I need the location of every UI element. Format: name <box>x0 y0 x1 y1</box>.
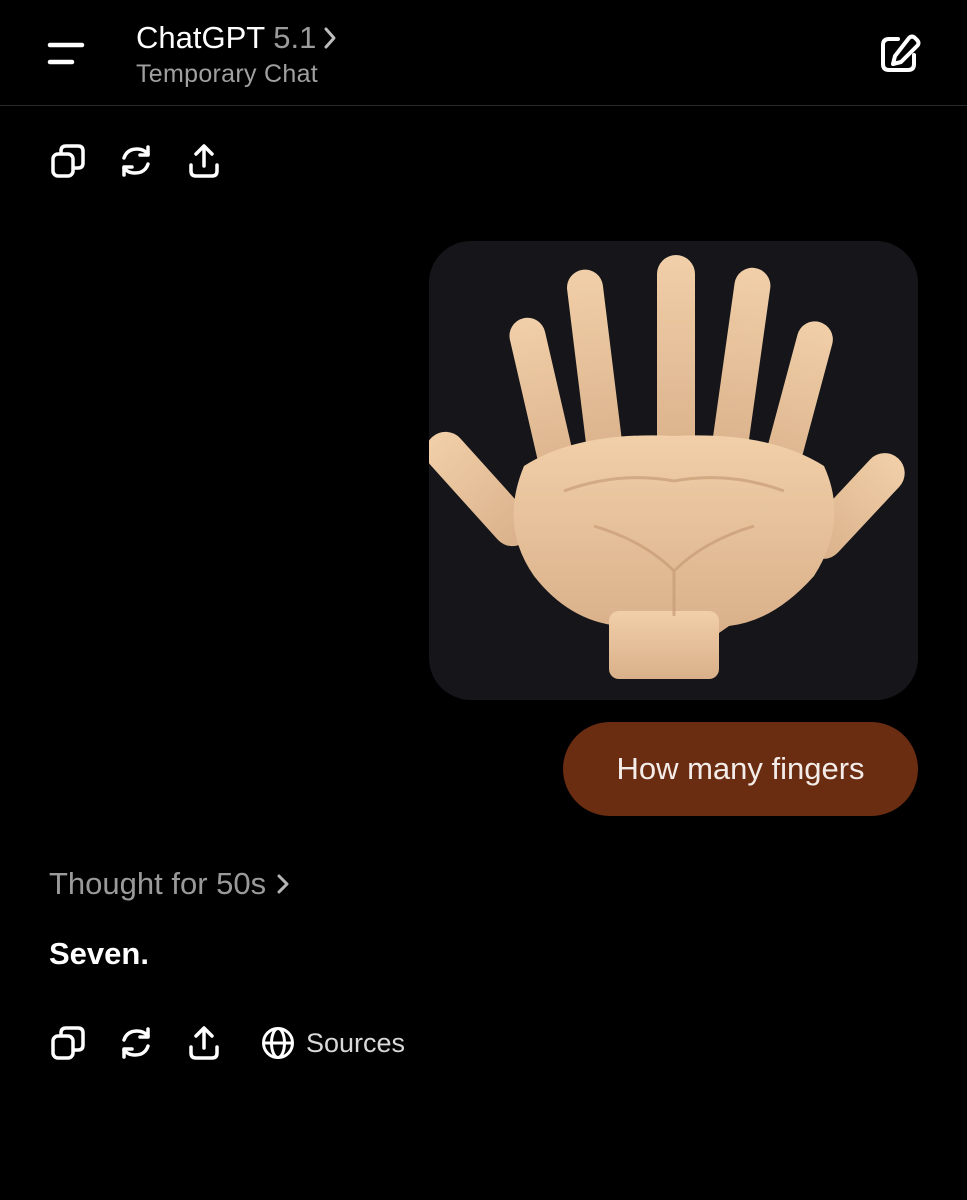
user-image-attachment[interactable] <box>429 241 918 700</box>
thought-summary[interactable]: Thought for 50s <box>49 866 290 902</box>
previous-message-actions <box>46 139 250 183</box>
top-bar: ChatGPT 5.1 Temporary Chat <box>0 0 967 106</box>
globe-icon <box>262 1027 294 1059</box>
hamburger-menu-icon <box>47 42 85 65</box>
edit-pencil-icon <box>881 34 921 72</box>
chat-mode-label: Temporary Chat <box>136 60 319 88</box>
copy-button[interactable] <box>46 1021 90 1065</box>
hand-emoji-image <box>429 255 905 679</box>
chevron-right-icon <box>322 26 338 50</box>
sources-label: Sources <box>306 1027 406 1058</box>
copy-button[interactable] <box>46 139 90 183</box>
regenerate-button[interactable] <box>114 1021 158 1065</box>
copy-icon <box>51 144 85 178</box>
share-icon <box>189 144 219 178</box>
menu-button[interactable] <box>40 30 92 78</box>
assistant-answer: Seven. <box>49 936 149 971</box>
app-name: ChatGPT <box>136 20 266 55</box>
new-chat-button[interactable] <box>874 30 926 78</box>
share-button[interactable] <box>182 1021 226 1065</box>
thought-label: Thought for 50s <box>49 866 267 901</box>
share-button[interactable] <box>182 139 226 183</box>
regenerate-button[interactable] <box>114 139 158 183</box>
regenerate-icon <box>122 145 150 177</box>
model-selector[interactable]: ChatGPT 5.1 Temporary Chat <box>136 18 338 89</box>
assistant-message-actions: Sources <box>46 1021 405 1065</box>
user-message-text: How many fingers <box>616 751 865 786</box>
user-message-bubble: How many fingers <box>563 722 918 816</box>
chevron-right-icon <box>276 872 290 896</box>
regenerate-icon <box>122 1027 150 1059</box>
model-version: 5.1 <box>273 20 317 55</box>
copy-icon <box>51 1026 85 1060</box>
share-icon <box>189 1026 219 1060</box>
sources-button[interactable]: Sources <box>260 1025 405 1061</box>
